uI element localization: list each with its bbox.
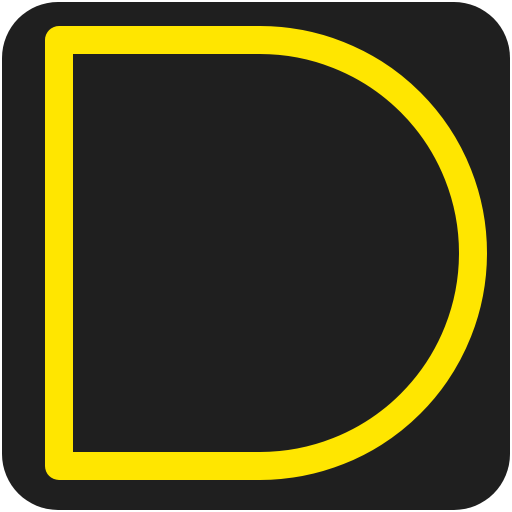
letter-d-logo-icon (2, 2, 510, 510)
icon-background (2, 2, 510, 510)
app-icon (0, 0, 512, 512)
